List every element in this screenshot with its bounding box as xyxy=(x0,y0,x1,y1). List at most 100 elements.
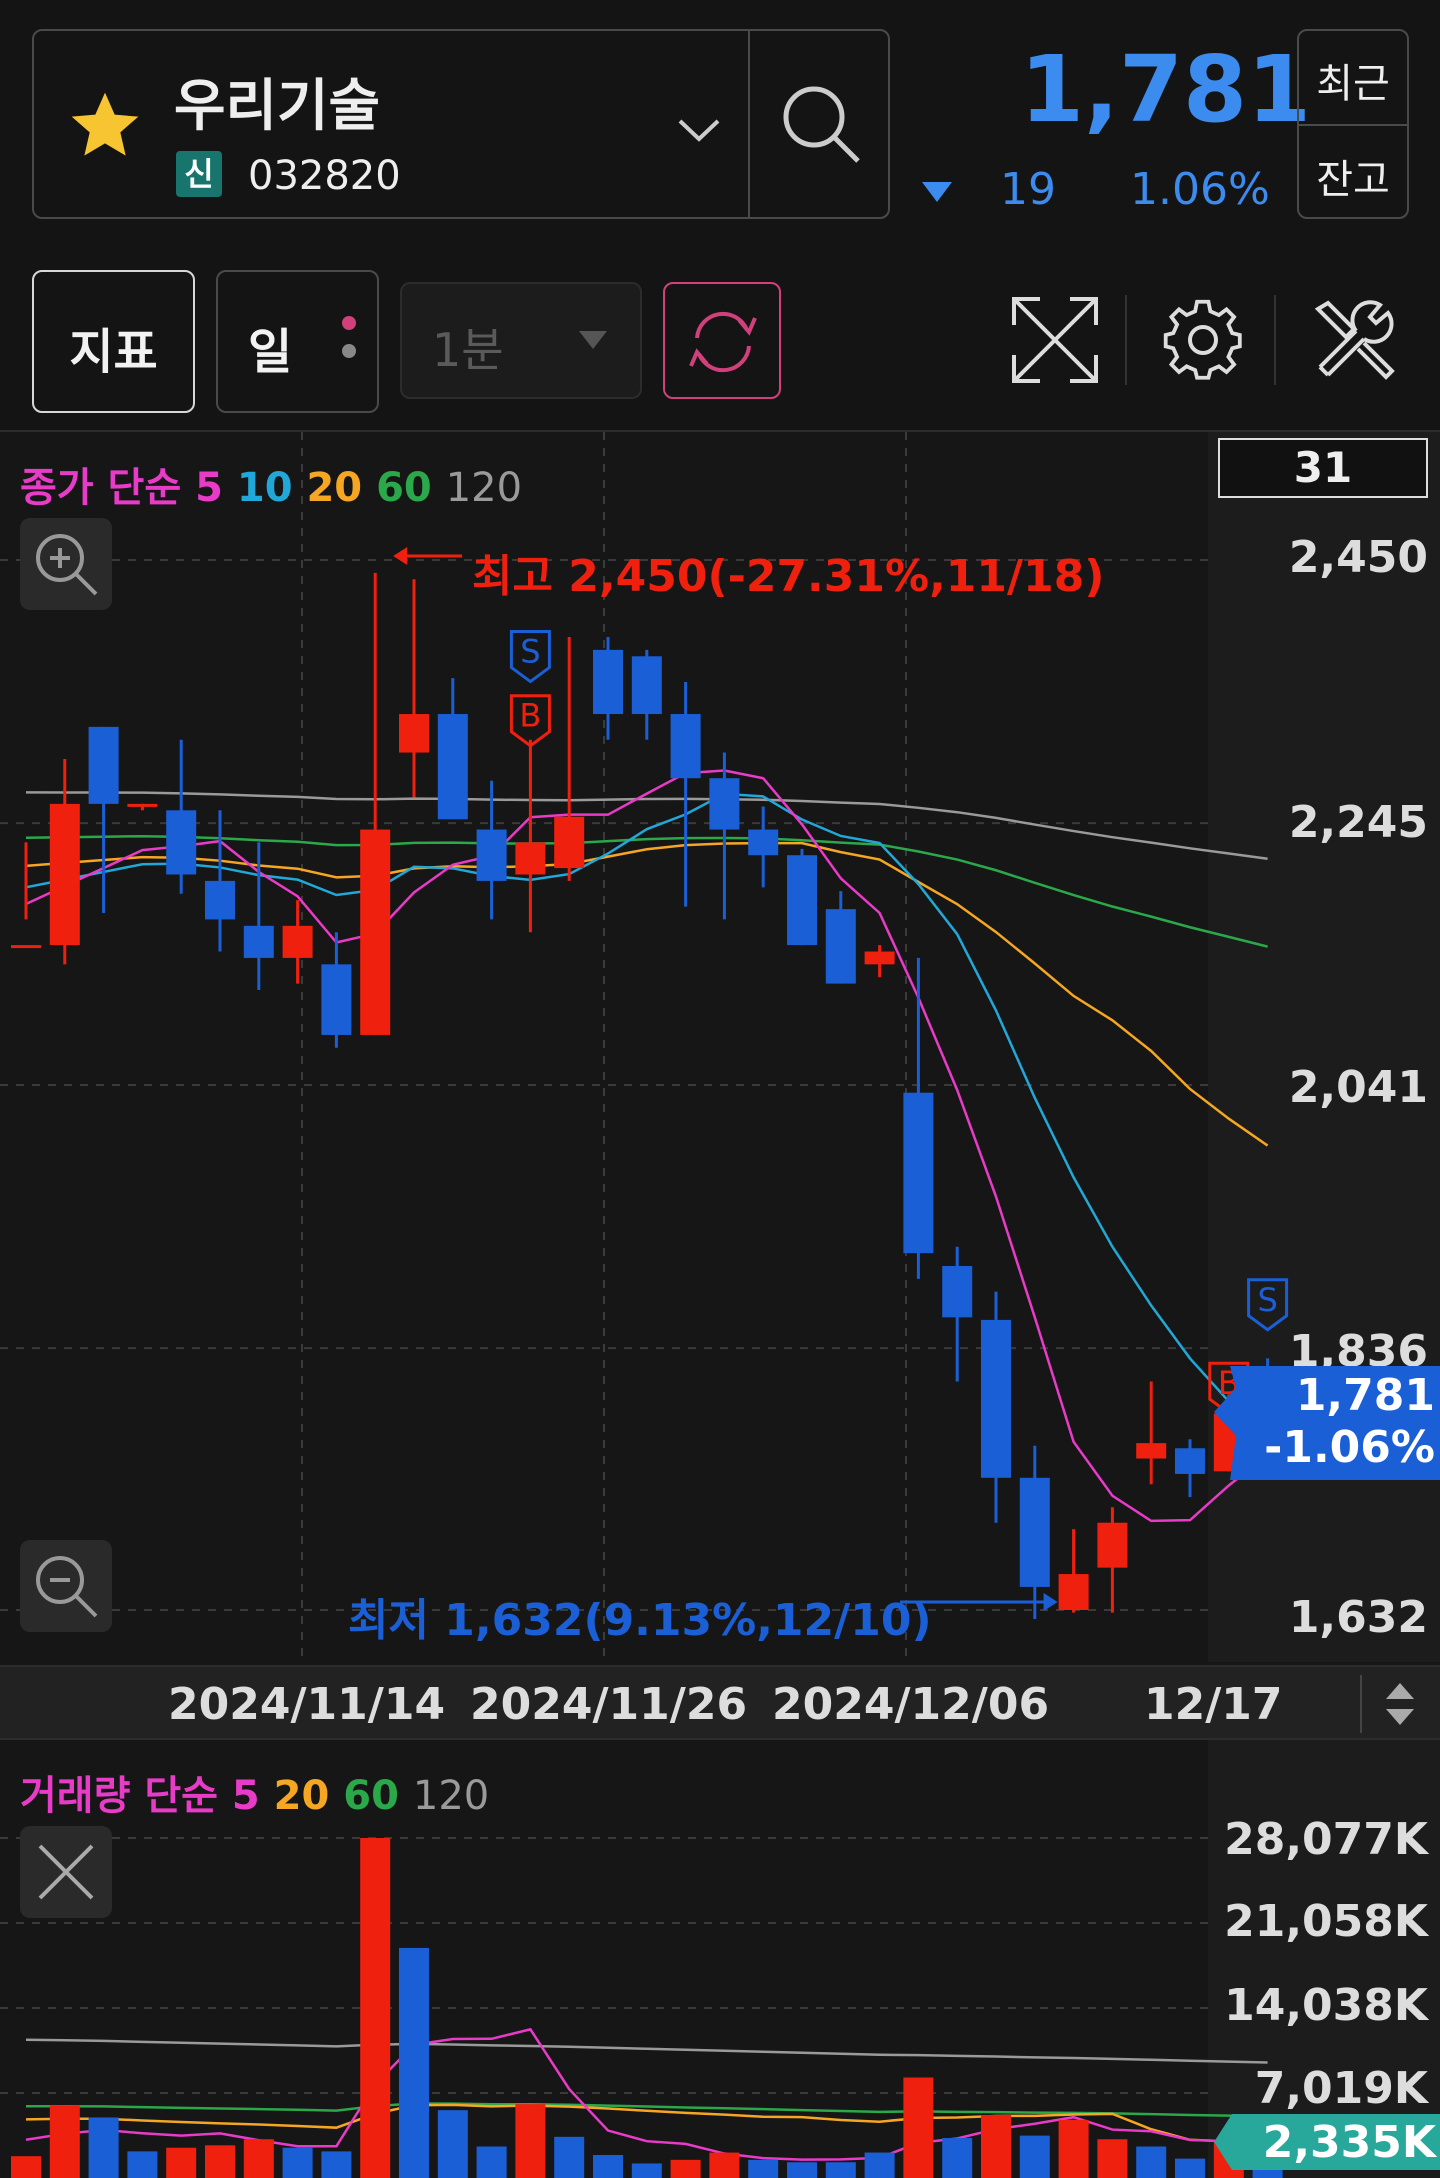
signal-letter-b: B xyxy=(519,697,541,735)
candle-body xyxy=(88,726,119,804)
caret-down-icon xyxy=(579,331,607,349)
volume-legend-ma20: 20 xyxy=(273,1773,330,1819)
candle-body xyxy=(166,810,197,875)
candle-body xyxy=(1019,1477,1050,1587)
legend-ma60: 60 xyxy=(376,465,432,511)
volume-bar xyxy=(360,1838,391,2178)
vol-tick: 7,019K xyxy=(1254,2063,1428,2114)
indicator-label: 지표 xyxy=(69,324,158,380)
volume-bar xyxy=(864,2152,895,2178)
volume-bar xyxy=(593,2154,623,2178)
volume-legend-ma120: 120 xyxy=(412,1773,490,1819)
legend-ma10: 10 xyxy=(236,465,293,511)
candle-body xyxy=(321,964,352,1035)
volume-bar xyxy=(515,2104,546,2178)
stock-header: 우리기술 신 032820 1,781 19 1.06% 최근 잔고 xyxy=(0,0,1440,257)
close-volume-button[interactable] xyxy=(20,1826,112,1918)
volume-bar xyxy=(205,2145,235,2178)
interval-select[interactable]: 1분 xyxy=(400,282,642,399)
volume-bar xyxy=(554,2136,585,2178)
volume-bar xyxy=(748,2159,779,2178)
zoom-out-button[interactable] xyxy=(20,1540,112,1632)
candle-body xyxy=(709,778,740,830)
refresh-button[interactable] xyxy=(663,282,781,399)
period-label: 일 xyxy=(248,324,293,380)
search-icon[interactable] xyxy=(776,79,866,169)
volume-bar xyxy=(88,2117,119,2178)
y-tick-2041: 2,041 xyxy=(1288,1062,1428,1113)
volume-legend-prefix: 거래량 단순 xyxy=(20,1773,218,1819)
divider xyxy=(748,31,750,217)
volume-bar xyxy=(903,2077,934,2178)
volume-bar xyxy=(49,2105,80,2178)
vol-tick: 14,038K xyxy=(1224,1980,1428,2031)
candle-body xyxy=(748,829,779,856)
vol-tick: 28,077K xyxy=(1224,1814,1428,1865)
high-annotation: 최고 2,450(-27.31%,11/18) xyxy=(472,551,1105,602)
scroll-updown-icon[interactable] xyxy=(1380,1677,1420,1731)
fullscreen-icon[interactable] xyxy=(1010,295,1100,385)
volume-bar xyxy=(631,2163,662,2178)
favorite-star-icon[interactable] xyxy=(64,86,146,166)
candle-body xyxy=(1097,1522,1128,1568)
stock-code: 032820 xyxy=(248,153,401,199)
volume-bar xyxy=(1136,2146,1167,2178)
volume-legend-ma5: 5 xyxy=(231,1773,260,1819)
candle-body xyxy=(49,803,80,946)
x-tick: 12/17 xyxy=(1144,1679,1283,1730)
divider xyxy=(1299,124,1407,126)
volume-bar xyxy=(1058,2119,1089,2178)
current-change-label: -1.06% xyxy=(1264,1422,1435,1473)
period-button[interactable]: 일 xyxy=(216,270,379,413)
volume-bar xyxy=(166,2147,197,2178)
signal-letter-s: S xyxy=(520,633,540,671)
candle-body xyxy=(825,909,856,984)
current-price-marker: 1,781 -1.06% xyxy=(1210,1366,1440,1480)
candle-body xyxy=(205,880,235,920)
current-price-label: 1,781 xyxy=(1295,1370,1435,1421)
volume-bar xyxy=(476,2146,507,2178)
chart-toolbar: 지표 일 1분 xyxy=(0,255,1440,432)
current-volume-marker: 2,335K xyxy=(1212,2114,1440,2170)
tools-icon[interactable] xyxy=(1310,297,1396,383)
chevron-down-icon[interactable] xyxy=(674,111,724,151)
stock-selector[interactable]: 우리기술 신 032820 xyxy=(32,29,890,219)
y-tick-1632: 1,632 xyxy=(1288,1592,1428,1643)
recent-button[interactable]: 최근 xyxy=(1299,51,1407,109)
candle-body xyxy=(670,714,701,779)
candle-body xyxy=(282,925,313,958)
volume-bar xyxy=(1097,2139,1128,2178)
zoom-in-button[interactable] xyxy=(20,518,112,610)
y-tick-2450: 2,450 xyxy=(1288,532,1428,583)
legend-ma20: 20 xyxy=(306,465,363,511)
zoom-in-icon xyxy=(36,534,98,596)
indicator-button[interactable]: 지표 xyxy=(32,270,195,413)
candle-body xyxy=(515,842,546,875)
candle-body xyxy=(942,1265,973,1318)
low-annotation: 최저 1,632(9.13%,12/10) xyxy=(348,1595,932,1646)
x-tick: 2024/11/14 xyxy=(168,1679,446,1730)
more-dots-icon xyxy=(342,316,356,358)
interval-label: 1분 xyxy=(432,323,504,377)
volume-bar xyxy=(787,2162,817,2178)
close-icon xyxy=(38,1844,94,1900)
volume-legend-ma60: 60 xyxy=(343,1773,399,1819)
volume-bar xyxy=(127,2151,158,2178)
divider xyxy=(1125,295,1127,385)
signal-letter-s: S xyxy=(1257,1281,1277,1319)
volume-bar xyxy=(825,2162,856,2178)
volume-bar xyxy=(243,2139,274,2178)
candle-body xyxy=(981,1319,1011,1478)
gear-icon[interactable] xyxy=(1160,297,1246,383)
volume-bar xyxy=(670,2159,701,2178)
candle-body xyxy=(554,816,585,869)
y-tick-2245: 2,245 xyxy=(1288,797,1428,848)
volume-bar xyxy=(981,2115,1011,2178)
balance-button[interactable]: 잔고 xyxy=(1299,147,1407,205)
legend-ma120: 120 xyxy=(445,465,523,511)
current-volume-label: 2,335K xyxy=(1262,2117,1436,2168)
volume-bar xyxy=(1175,2158,1205,2178)
volume-bar xyxy=(321,2151,352,2178)
volume-bar xyxy=(942,2138,973,2178)
x-tick: 2024/12/06 xyxy=(772,1679,1050,1730)
